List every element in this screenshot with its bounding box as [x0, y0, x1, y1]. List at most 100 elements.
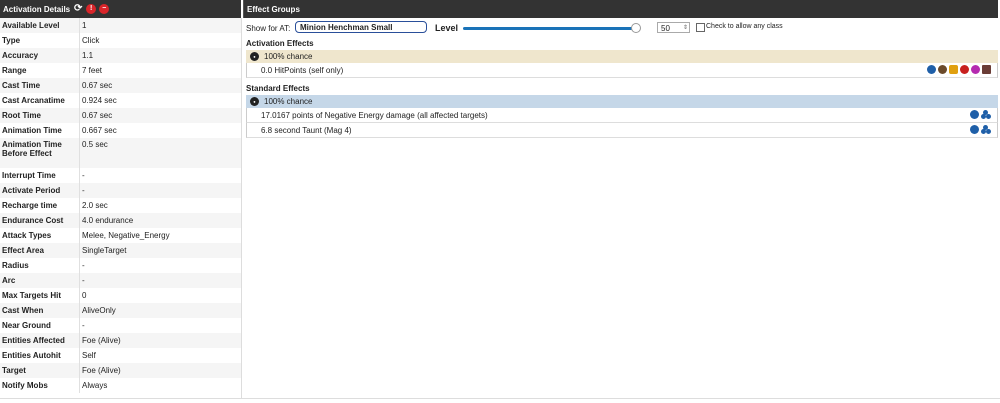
- detail-value: 2.0 sec: [79, 198, 241, 213]
- purple-slash-icon[interactable]: [971, 65, 980, 74]
- level-slider-thumb[interactable]: [630, 23, 641, 33]
- effect-text: 0.0 HitPoints (self only): [261, 65, 344, 75]
- detail-row: Entities Affected Foe (Alive): [0, 333, 241, 348]
- detail-row: Available Level 1: [0, 18, 241, 33]
- detail-value: 0.67 sec: [79, 78, 241, 93]
- detail-value: -: [79, 258, 241, 273]
- detail-key: Accuracy: [0, 48, 80, 63]
- activation-details-header: Activation Details ⟳ ! −: [0, 0, 241, 18]
- alert-icon[interactable]: !: [86, 4, 97, 14]
- effect-icons: [927, 65, 991, 74]
- detail-key: Cast Time: [0, 78, 80, 93]
- detail-key: Entities Affected: [0, 333, 80, 348]
- detail-key: Animation Time Before Effect: [0, 138, 80, 168]
- detail-value: -: [79, 273, 241, 288]
- allow-any-class-label: Check to allow any class: [706, 23, 783, 30]
- effect-icons: [970, 125, 991, 134]
- detail-row: Entities Autohit Self: [0, 348, 241, 363]
- detail-value: 0: [79, 288, 241, 303]
- detail-key: Cast When: [0, 303, 80, 318]
- detail-row: Max Targets Hit 0: [0, 288, 241, 303]
- detail-value: -: [79, 168, 241, 183]
- effect-row: 6.8 second Taunt (Mag 4): [246, 123, 998, 138]
- detail-value: Always: [79, 378, 241, 393]
- archetype-select[interactable]: Minion Henchman Small: [295, 21, 427, 33]
- effect-groups-title: Effect Groups: [247, 4, 300, 14]
- alert-icon[interactable]: [960, 65, 969, 74]
- bottom-border: [0, 398, 1000, 399]
- detail-value: -: [79, 183, 241, 198]
- detail-key: Interrupt Time: [0, 168, 80, 183]
- detail-key: Entities Autohit: [0, 348, 80, 363]
- detail-value: Melee, Negative_Energy: [79, 228, 241, 243]
- detail-row: Effect Area SingleTarget: [0, 243, 241, 258]
- detail-value: 0.5 sec: [79, 138, 241, 168]
- detail-value: 0.67 sec: [79, 108, 241, 123]
- minus-icon[interactable]: −: [99, 4, 110, 14]
- standard-effects-title: Standard Effects: [246, 84, 310, 93]
- spinner-icon[interactable]: ⇕: [683, 23, 688, 34]
- detail-key: Range: [0, 63, 80, 78]
- effect-groups-header: Effect Groups: [243, 0, 998, 18]
- sphere-icon[interactable]: [938, 65, 947, 74]
- detail-row: Near Ground -: [0, 318, 241, 333]
- detail-key: Cast Arcanatime: [0, 93, 80, 108]
- chance-icon: ●: [250, 97, 259, 106]
- detail-key: Effect Area: [0, 243, 80, 258]
- detail-row: Accuracy 1.1: [0, 48, 241, 63]
- group-icon[interactable]: [981, 125, 991, 134]
- detail-value: Self: [79, 348, 241, 363]
- person-icon[interactable]: [927, 65, 936, 74]
- detail-row: Attack Types Melee, Negative_Energy: [0, 228, 241, 243]
- activation-details-panel: Activation Details ⟳ ! − Available Level…: [0, 0, 241, 398]
- details-table: Available Level 1 Type Click Accuracy 1.1 Rang…: [0, 18, 241, 393]
- effect-groups-panel: Effect Groups Show for AT: Minion Henchm…: [243, 0, 998, 398]
- lock-icon[interactable]: [949, 65, 958, 74]
- detail-row: Arc -: [0, 273, 241, 288]
- activation-chance: 100% chance: [264, 52, 313, 61]
- detail-value: 1.1: [79, 48, 241, 63]
- detail-value: 0.667 sec: [79, 123, 241, 138]
- detail-key: Radius: [0, 258, 80, 273]
- refresh-icon[interactable]: ⟳: [73, 4, 83, 14]
- detail-row: Interrupt Time -: [0, 168, 241, 183]
- detail-value: Foe (Alive): [79, 333, 241, 348]
- group-icon[interactable]: [981, 110, 991, 119]
- show-for-label: Show for AT:: [246, 24, 291, 33]
- panel-divider: [241, 18, 242, 398]
- detail-row: Notify Mobs Always: [0, 378, 241, 393]
- level-input[interactable]: 50 ⇕: [657, 22, 690, 33]
- standard-chance-row: ● 100% chance: [246, 95, 998, 108]
- detail-key: Available Level: [0, 18, 80, 33]
- activation-effects-title: Activation Effects: [246, 39, 314, 48]
- detail-row: Type Click: [0, 33, 241, 48]
- detail-key: Near Ground: [0, 318, 80, 333]
- detail-key: Max Targets Hit: [0, 288, 80, 303]
- detail-row: Cast Arcanatime 0.924 sec: [0, 93, 241, 108]
- effect-text: 6.8 second Taunt (Mag 4): [261, 125, 352, 135]
- activation-details-title: Activation Details: [3, 4, 71, 14]
- person-icon[interactable]: [970, 110, 979, 119]
- detail-value: AliveOnly: [79, 303, 241, 318]
- detail-value: -: [79, 318, 241, 333]
- effect-text: 17.0167 points of Negative Energy damage…: [261, 110, 488, 120]
- detail-row: Recharge time 2.0 sec: [0, 198, 241, 213]
- detail-key: Type: [0, 33, 80, 48]
- detail-key: Attack Types: [0, 228, 80, 243]
- detail-row: Root Time 0.67 sec: [0, 108, 241, 123]
- detail-value: Click: [79, 33, 241, 48]
- detail-row: Radius -: [0, 258, 241, 273]
- person-icon[interactable]: [970, 125, 979, 134]
- effect-row: 0.0 HitPoints (self only): [246, 63, 998, 78]
- detail-value: Foe (Alive): [79, 363, 241, 378]
- level-slider[interactable]: [463, 27, 638, 30]
- dark-square-icon[interactable]: [982, 65, 991, 74]
- allow-any-class-checkbox[interactable]: [696, 23, 705, 32]
- detail-key: Animation Time: [0, 123, 80, 138]
- activation-chance-row: ● 100% chance: [246, 50, 998, 63]
- chance-icon: ●: [250, 52, 259, 61]
- detail-key: Activate Period: [0, 183, 80, 198]
- detail-row: Target Foe (Alive): [0, 363, 241, 378]
- detail-value: SingleTarget: [79, 243, 241, 258]
- detail-row: Cast When AliveOnly: [0, 303, 241, 318]
